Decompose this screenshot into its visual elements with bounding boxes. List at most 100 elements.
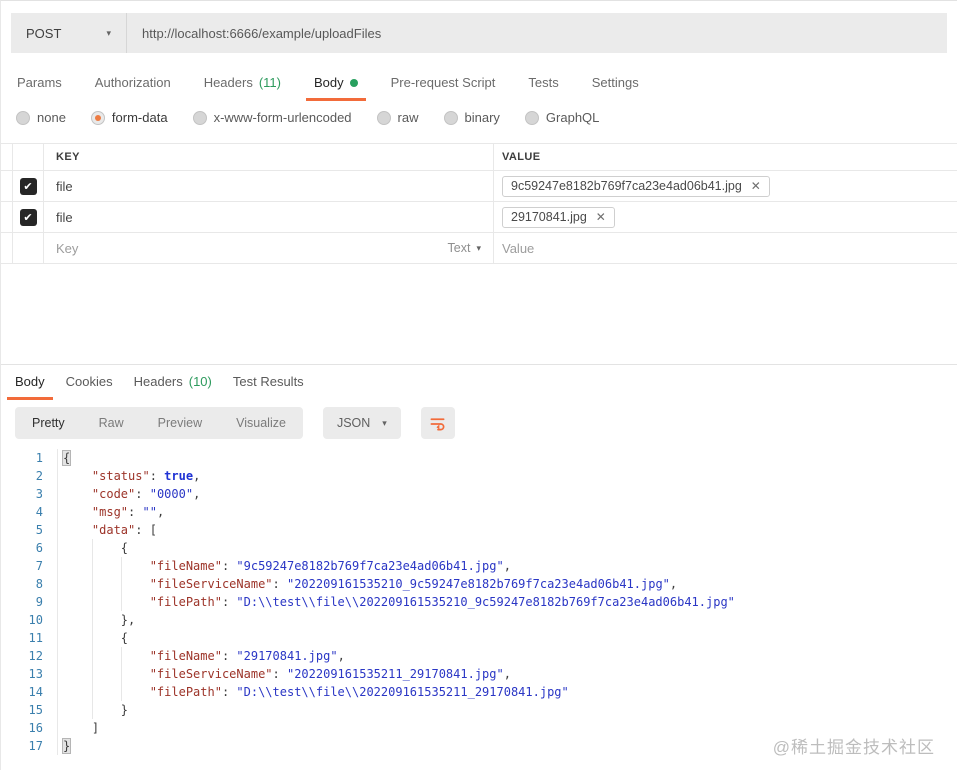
radio-icon bbox=[443, 110, 458, 125]
fold-gutter bbox=[43, 719, 58, 737]
request-tab-authorization[interactable]: Authorization bbox=[93, 73, 173, 101]
tab-count-badge: (10) bbox=[188, 374, 212, 389]
file-chip[interactable]: 9c59247e8182b769f7ca23e4ad06b41.jpg ✕ bbox=[502, 175, 770, 197]
code-line: 9 "filePath": "D:\\test\\file\\202209161… bbox=[1, 593, 957, 611]
request-tab-pre-request-script[interactable]: Pre-request Script bbox=[389, 73, 498, 101]
view-mode-segmented-control: Pretty Raw Preview Visualize bbox=[15, 407, 303, 439]
body-mode-none[interactable]: none bbox=[16, 110, 66, 125]
json-key: "fileServiceName" bbox=[149, 667, 273, 681]
tab-label: Cookies bbox=[65, 374, 113, 389]
code-line: 4 "msg": "", bbox=[1, 503, 957, 521]
body-mode-raw[interactable]: raw bbox=[376, 110, 419, 125]
code-text: { bbox=[58, 449, 957, 467]
file-chip-name: 9c59247e8182b769f7ca23e4ad06b41.jpg bbox=[511, 178, 742, 193]
form-table-header: KEY VALUE bbox=[1, 143, 957, 171]
row-checkbox-cell: ✔ bbox=[13, 171, 44, 201]
code-text: "code": "0000", bbox=[58, 485, 957, 503]
chevron-down-icon: ▾ bbox=[106, 27, 111, 38]
radio-icon bbox=[16, 110, 30, 125]
view-visualize[interactable]: Visualize bbox=[219, 407, 303, 439]
key-cell[interactable]: file bbox=[44, 171, 494, 201]
request-tab-settings[interactable]: Settings bbox=[590, 73, 641, 101]
indent-guide bbox=[91, 629, 93, 647]
json-string: "D:\\test\\file\\202209161535211_2917084… bbox=[236, 685, 569, 699]
json-key: "status" bbox=[91, 469, 150, 483]
indent-guide bbox=[91, 539, 93, 557]
json-punctuation: , bbox=[503, 667, 511, 681]
line-number: 2 bbox=[35, 469, 43, 483]
close-icon[interactable]: ✕ bbox=[596, 211, 606, 223]
select-all-cell bbox=[13, 144, 44, 170]
radio-icon bbox=[376, 110, 391, 125]
code-line: 13 "fileServiceName": "202209161535211_2… bbox=[1, 665, 957, 683]
close-icon[interactable]: ✕ bbox=[751, 180, 761, 192]
json-punctuation: }, bbox=[120, 613, 136, 627]
modified-dot-icon bbox=[349, 78, 358, 87]
tab-label: Headers bbox=[203, 75, 253, 90]
wrap-lines-button[interactable] bbox=[420, 407, 455, 439]
response-tab-cookies[interactable]: Cookies bbox=[64, 372, 115, 400]
response-tab-headers[interactable]: Headers (10) bbox=[132, 372, 214, 400]
response-body-code[interactable]: 1{2 "status": true, 3 "code": "0000", 4 "m… bbox=[1, 449, 957, 755]
response-tab-test-results[interactable]: Test Results bbox=[231, 372, 306, 400]
postman-app: { "icons": { "caret_down": "▾", "check":… bbox=[0, 0, 957, 770]
value-type-label: Text bbox=[447, 241, 471, 255]
key-input[interactable]: Key bbox=[56, 241, 78, 256]
indent-guide bbox=[91, 665, 93, 683]
request-tab-body[interactable]: Body bbox=[305, 73, 366, 101]
key-text: file bbox=[56, 209, 73, 225]
fold-gutter bbox=[43, 737, 58, 755]
fold-gutter bbox=[43, 557, 58, 575]
json-punctuation: , bbox=[193, 469, 201, 483]
view-preview[interactable]: Preview bbox=[141, 407, 219, 439]
line-number: 16 bbox=[28, 721, 43, 735]
key-cell[interactable]: file bbox=[44, 202, 494, 232]
request-tab-params[interactable]: Params bbox=[15, 73, 64, 101]
json-punctuation: } bbox=[120, 703, 129, 717]
row-checkbox[interactable]: ✔ bbox=[19, 208, 37, 226]
json-boolean: true bbox=[164, 469, 194, 483]
line-number: 5 bbox=[35, 523, 43, 537]
fold-gutter bbox=[43, 503, 58, 521]
format-select[interactable]: JSON ▾ bbox=[322, 407, 401, 439]
form-table-new-row: Key Text ▾ Value bbox=[1, 233, 957, 264]
indent-guide bbox=[120, 665, 122, 683]
body-mode-x-www-form-urlencoded[interactable]: x-www-form-urlencoded bbox=[192, 110, 352, 125]
json-key: "msg" bbox=[91, 505, 129, 519]
matched-bracket: } bbox=[63, 739, 71, 753]
value-type-select[interactable]: Text ▾ bbox=[448, 241, 481, 255]
tab-label: Body bbox=[15, 374, 45, 389]
method-select[interactable]: POST ▾ bbox=[11, 13, 127, 53]
indent-guide bbox=[91, 557, 93, 575]
request-tab-tests[interactable]: Tests bbox=[526, 73, 560, 101]
json-punctuation: [ bbox=[149, 523, 157, 537]
url-input[interactable]: http://localhost:6666/example/uploadFile… bbox=[127, 13, 947, 53]
form-data-table: KEY VALUE ✔ file 9c59247e8182b769f7ca23e4a… bbox=[1, 143, 957, 264]
json-punctuation: : bbox=[149, 469, 165, 483]
line-number: 11 bbox=[28, 631, 43, 645]
view-pretty[interactable]: Pretty bbox=[15, 407, 82, 439]
code-text: { bbox=[58, 629, 957, 647]
value-column-header: VALUE bbox=[502, 151, 541, 163]
body-mode-binary[interactable]: binary bbox=[443, 110, 500, 125]
row-checkbox[interactable]: ✔ bbox=[19, 177, 37, 195]
response-tab-body[interactable]: Body bbox=[7, 372, 53, 400]
fold-gutter bbox=[43, 467, 58, 485]
code-text: }, bbox=[58, 611, 957, 629]
json-key: "filePath" bbox=[149, 685, 222, 699]
line-number: 14 bbox=[28, 685, 43, 699]
body-mode-form-data[interactable]: form-data bbox=[90, 110, 168, 125]
indent-guide bbox=[120, 647, 122, 665]
line-number: 8 bbox=[35, 577, 43, 591]
code-line: 12 "fileName": "29170841.jpg", bbox=[1, 647, 957, 665]
view-raw[interactable]: Raw bbox=[82, 407, 141, 439]
file-chip[interactable]: 29170841.jpg ✕ bbox=[502, 206, 615, 228]
fold-gutter bbox=[43, 449, 58, 467]
body-mode-graphql[interactable]: GraphQL bbox=[524, 110, 599, 125]
indent-guide bbox=[91, 647, 93, 665]
value-input[interactable]: Value bbox=[502, 241, 534, 256]
request-tab-headers[interactable]: Headers (11) bbox=[202, 73, 283, 101]
json-key: "fileServiceName" bbox=[149, 577, 273, 591]
row-gutter bbox=[1, 233, 13, 263]
code-line: 2 "status": true, bbox=[1, 467, 957, 485]
